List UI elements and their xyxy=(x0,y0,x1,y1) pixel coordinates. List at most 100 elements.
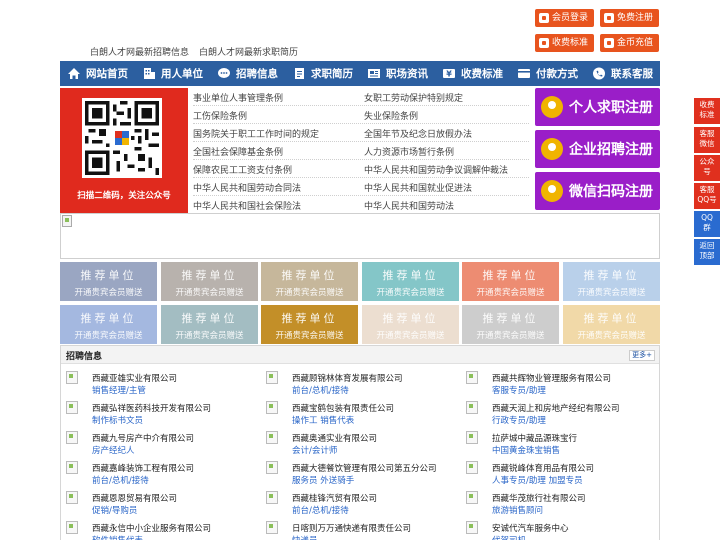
company-logo[interactable] xyxy=(66,461,78,474)
policy-link[interactable]: 女职工劳动保护特别规定 xyxy=(364,91,463,104)
job-title-link[interactable]: 旅游销售顾问 xyxy=(492,504,543,516)
more-link[interactable]: 更多+ xyxy=(629,350,655,361)
job-title-link[interactable]: 行政专员/助理 xyxy=(492,414,546,426)
company-logo[interactable] xyxy=(66,521,78,534)
wechat-register-button[interactable]: 微信扫码注册 xyxy=(535,172,660,210)
recommended-unit-tile[interactable]: 推荐单位 开通贵宾会员赠送 xyxy=(563,262,660,301)
side-service-wechat-button[interactable]: 客服 微信 xyxy=(694,127,720,153)
latest-jobs-link[interactable]: 白朗人才网最新招聘信息 xyxy=(90,45,189,58)
side-official-account-button[interactable]: 公众 号 xyxy=(694,155,720,181)
nav-item-jobs[interactable]: 招聘信息 xyxy=(210,61,285,86)
job-title-link[interactable]: 中国黄金珠宝销售 xyxy=(492,444,560,456)
job-title-link[interactable]: 促销/导购员 xyxy=(92,504,137,516)
company-logo[interactable] xyxy=(266,521,278,534)
nav-item-employers[interactable]: 用人单位 xyxy=(135,61,210,86)
nav-item-resumes[interactable]: 求职简历 xyxy=(285,61,360,86)
company-name-link[interactable]: 西藏嘉峰装饰工程有限公司 xyxy=(92,462,194,474)
job-title-link[interactable]: 软件销售代表 xyxy=(92,534,143,540)
job-title-link[interactable]: 前台/总机/接待 xyxy=(92,474,149,486)
company-name-link[interactable]: 西藏华茂旅行社有限公司 xyxy=(492,492,586,504)
personal-register-button[interactable]: 个人求职注册 xyxy=(535,88,660,126)
policy-link[interactable]: 中华人民共和国劳动合同法 xyxy=(193,181,301,194)
job-title-link[interactable]: 人事专员/助理 加盟专员 xyxy=(492,474,583,486)
policy-link[interactable]: 全国社会保障基金条例 xyxy=(193,145,283,158)
job-title-link[interactable]: 会计/会计师 xyxy=(292,444,337,456)
company-register-button[interactable]: 企业招聘注册 xyxy=(535,130,660,168)
company-logo[interactable] xyxy=(266,371,278,384)
company-logo[interactable] xyxy=(466,371,478,384)
recommended-unit-tile[interactable]: 推荐单位 开通贵宾会员赠送 xyxy=(462,305,559,344)
company-logo[interactable] xyxy=(266,491,278,504)
recommended-unit-tile[interactable]: 推荐单位 开通贵宾会员赠送 xyxy=(563,305,660,344)
policy-link[interactable]: 失业保险条例 xyxy=(364,109,418,122)
company-logo[interactable] xyxy=(66,371,78,384)
company-name-link[interactable]: 西藏永信中小企业服务有限公司 xyxy=(92,522,211,534)
banner-image[interactable] xyxy=(60,213,660,259)
job-title-link[interactable]: 前台/总机/接待 xyxy=(292,504,349,516)
side-qq-group-button[interactable]: QQ 群 xyxy=(694,211,720,237)
side-service-qq-button[interactable]: 客服 QQ号 xyxy=(694,183,720,209)
company-logo[interactable] xyxy=(466,521,478,534)
job-title-link[interactable]: 销售经理/主管 xyxy=(92,384,146,396)
company-name-link[interactable]: 西藏弘祥医药科技开发有限公司 xyxy=(92,402,211,414)
company-logo[interactable] xyxy=(66,431,78,444)
member-login-button[interactable]: 会员登录 xyxy=(535,9,595,27)
free-register-button[interactable]: 免费注册 xyxy=(600,9,660,27)
fee-standard-button[interactable]: 收费标准 xyxy=(535,34,595,52)
recommended-unit-tile[interactable]: 推荐单位 开通贵宾会员赠送 xyxy=(60,262,157,301)
company-name-link[interactable]: 日喀则万万通快递有限责任公司 xyxy=(292,522,411,534)
company-name-link[interactable]: 西藏共辉物业管理服务有限公司 xyxy=(492,372,611,384)
policy-link[interactable]: 全国年节及纪念日放假办法 xyxy=(364,127,472,140)
gold-recharge-button[interactable]: 金币充值 xyxy=(600,34,660,52)
job-title-link[interactable]: 制作标书文员 xyxy=(92,414,143,426)
company-name-link[interactable]: 西藏九号房产中介有限公司 xyxy=(92,432,194,444)
recommended-unit-tile[interactable]: 推荐单位 开通贵宾会员赠送 xyxy=(362,262,459,301)
recommended-unit-tile[interactable]: 推荐单位 开通贵宾会员赠送 xyxy=(362,305,459,344)
side-fee-button[interactable]: 收费 标准 xyxy=(694,98,720,124)
recommended-unit-tile[interactable]: 推荐单位 开通贵宾会员赠送 xyxy=(462,262,559,301)
policy-link[interactable]: 中华人民共和国社会保险法 xyxy=(193,199,301,212)
recommended-unit-tile[interactable]: 推荐单位 开通贵宾会员赠送 xyxy=(161,305,258,344)
company-name-link[interactable]: 安诚代汽车服务中心 xyxy=(492,522,569,534)
company-logo[interactable] xyxy=(66,491,78,504)
nav-item-news[interactable]: 职场资讯 xyxy=(360,61,435,86)
company-logo[interactable] xyxy=(466,491,478,504)
recommended-unit-tile[interactable]: 推荐单位 开通贵宾会员赠送 xyxy=(261,262,358,301)
recommended-unit-tile[interactable]: 推荐单位 开通贵宾会员赠送 xyxy=(60,305,157,344)
job-title-link[interactable]: 前台/总机/接待 xyxy=(292,384,349,396)
nav-item-home[interactable]: 网站首页 xyxy=(60,61,135,86)
company-name-link[interactable]: 西藏顾锦林体育发展有限公司 xyxy=(292,372,403,384)
company-logo[interactable] xyxy=(466,431,478,444)
job-title-link[interactable]: 房产经纪人 xyxy=(92,444,135,456)
policy-link[interactable]: 中华人民共和国劳动法 xyxy=(364,199,454,212)
company-logo[interactable] xyxy=(266,431,278,444)
company-logo[interactable] xyxy=(466,461,478,474)
company-name-link[interactable]: 西藏奥通实业有限公司 xyxy=(292,432,377,444)
job-title-link[interactable]: 客服专员/助理 xyxy=(492,384,546,396)
recommended-unit-tile[interactable]: 推荐单位 开通贵宾会员赠送 xyxy=(261,305,358,344)
company-name-link[interactable]: 拉萨城中藏品源珠宝行 xyxy=(492,432,577,444)
company-logo[interactable] xyxy=(66,401,78,414)
policy-link[interactable]: 保障农民工工资支付条例 xyxy=(193,163,292,176)
nav-item-fees[interactable]: ¥ 收费标准 xyxy=(435,61,510,86)
job-title-link[interactable]: 快递员 xyxy=(292,534,318,540)
company-name-link[interactable]: 西藏宝鹤包装有限责任公司 xyxy=(292,402,394,414)
company-name-link[interactable]: 西藏天润上和房地产经纪有限公司 xyxy=(492,402,620,414)
company-logo[interactable] xyxy=(266,401,278,414)
policy-link[interactable]: 中华人民共和国就业促进法 xyxy=(364,181,472,194)
job-title-link[interactable]: 服务员 外送骑手 xyxy=(292,474,354,486)
job-title-link[interactable]: 操作工 销售代表 xyxy=(292,414,354,426)
latest-resumes-link[interactable]: 白朗人才网最新求职简历 xyxy=(199,45,298,58)
policy-link[interactable]: 事业单位人事管理条例 xyxy=(193,91,283,104)
nav-item-contact[interactable]: 联系客服 xyxy=(585,61,660,86)
policy-link[interactable]: 工伤保险条例 xyxy=(193,109,247,122)
company-name-link[interactable]: 西藏桂锋汽贸有限公司 xyxy=(292,492,377,504)
job-title-link[interactable]: 代驾司机 xyxy=(492,534,526,540)
company-name-link[interactable]: 西藏锐峰体育用品有限公司 xyxy=(492,462,594,474)
company-name-link[interactable]: 西藏恩恩贸易有限公司 xyxy=(92,492,177,504)
recommended-unit-tile[interactable]: 推荐单位 开通贵宾会员赠送 xyxy=(161,262,258,301)
policy-link[interactable]: 国务院关于职工工作时间的规定 xyxy=(193,127,319,140)
nav-item-payment[interactable]: 付款方式 xyxy=(510,61,585,86)
company-name-link[interactable]: 西藏大德餐饮管理有限公司第五分公司 xyxy=(292,462,437,474)
side-back-top-button[interactable]: 返回 顶部 xyxy=(694,239,720,265)
